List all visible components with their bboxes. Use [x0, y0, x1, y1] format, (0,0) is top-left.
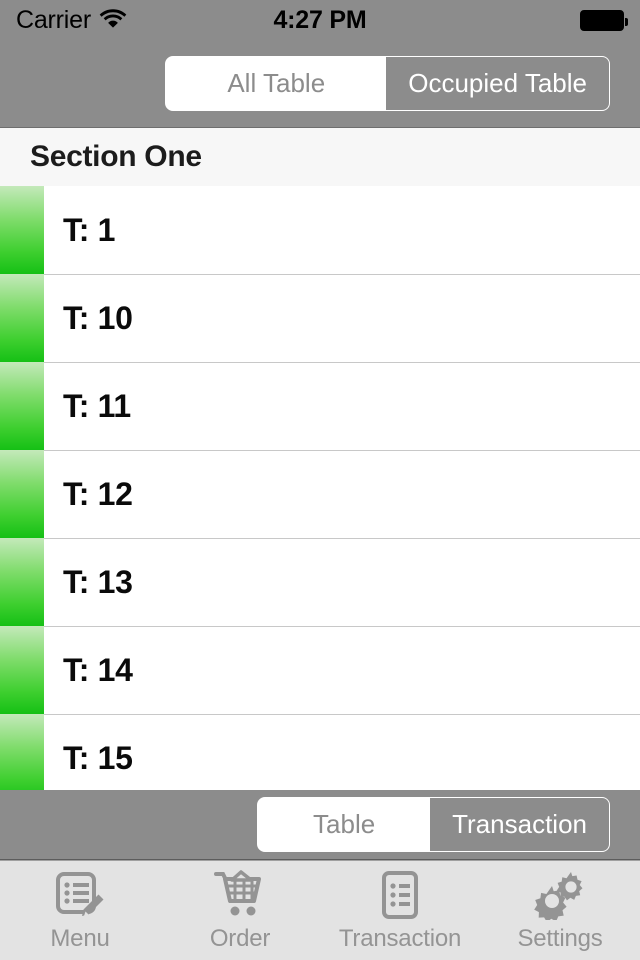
status-bar: Carrier 4:27 PM	[0, 0, 640, 40]
row-separator	[44, 538, 640, 539]
table-row[interactable]: T: 13	[0, 538, 640, 626]
row-separator	[44, 714, 640, 715]
table-row-label: T: 11	[63, 387, 131, 424]
app-root: Carrier 4:27 PM All Table Occupied Table…	[0, 0, 640, 960]
battery-full-icon	[580, 9, 628, 31]
table-status-indicator	[0, 450, 44, 538]
tab-settings[interactable]: Settings	[480, 861, 640, 960]
shopping-cart-icon	[214, 869, 266, 921]
table-row[interactable]: T: 1	[0, 186, 640, 274]
row-separator	[44, 274, 640, 275]
tab-menu[interactable]: Menu	[0, 861, 160, 960]
row-separator	[44, 626, 640, 627]
table-status-indicator	[0, 626, 44, 714]
segment-all-table[interactable]: All Table	[166, 57, 387, 110]
table-status-indicator	[0, 186, 44, 274]
table-row[interactable]: T: 11	[0, 362, 640, 450]
table-list[interactable]: T: 1 T: 10 T: 11 T: 12 T: 13 T: 14 T: 15	[0, 186, 640, 790]
tab-bar: Menu Order Transaction Settings	[0, 860, 640, 960]
tab-transaction[interactable]: Transaction	[320, 861, 480, 960]
tab-order[interactable]: Order	[160, 861, 320, 960]
row-separator	[44, 450, 640, 451]
segment-occupied-table[interactable]: Occupied Table	[386, 57, 609, 110]
status-bar-left: Carrier	[16, 6, 127, 35]
bottom-toolbar: Table Transaction	[0, 790, 640, 860]
table-row-label: T: 1	[63, 211, 116, 248]
view-mode-segmented-control[interactable]: Table Transaction	[257, 797, 610, 852]
status-bar-right	[580, 9, 628, 31]
carrier-label: Carrier	[16, 5, 91, 34]
table-row-label: T: 13	[63, 563, 133, 600]
table-row-label: T: 12	[63, 475, 133, 512]
table-filter-segmented-control[interactable]: All Table Occupied Table	[165, 56, 610, 111]
row-separator	[44, 362, 640, 363]
gears-icon	[533, 869, 587, 921]
table-row[interactable]: T: 10	[0, 274, 640, 362]
wifi-icon	[99, 8, 127, 33]
table-row-label: T: 15	[63, 739, 133, 776]
tab-label: Menu	[50, 924, 110, 952]
navigation-bar: All Table Occupied Table	[0, 40, 640, 128]
table-status-indicator	[0, 538, 44, 626]
table-status-indicator	[0, 714, 44, 790]
table-row-label: T: 14	[63, 651, 133, 688]
tab-label: Settings	[517, 924, 603, 952]
table-status-indicator	[0, 362, 44, 450]
table-row-label: T: 10	[63, 299, 133, 336]
segment-table[interactable]: Table	[258, 798, 431, 851]
table-row[interactable]: T: 14	[0, 626, 640, 714]
tab-label: Order	[209, 924, 271, 952]
document-list-icon	[374, 869, 426, 921]
table-status-indicator	[0, 274, 44, 362]
table-row[interactable]: T: 12	[0, 450, 640, 538]
tab-label: Transaction	[338, 924, 462, 952]
list-pencil-icon	[54, 869, 106, 921]
table-row[interactable]: T: 15	[0, 714, 640, 790]
segment-transaction[interactable]: Transaction	[430, 798, 609, 851]
section-header: Section One	[0, 128, 640, 186]
